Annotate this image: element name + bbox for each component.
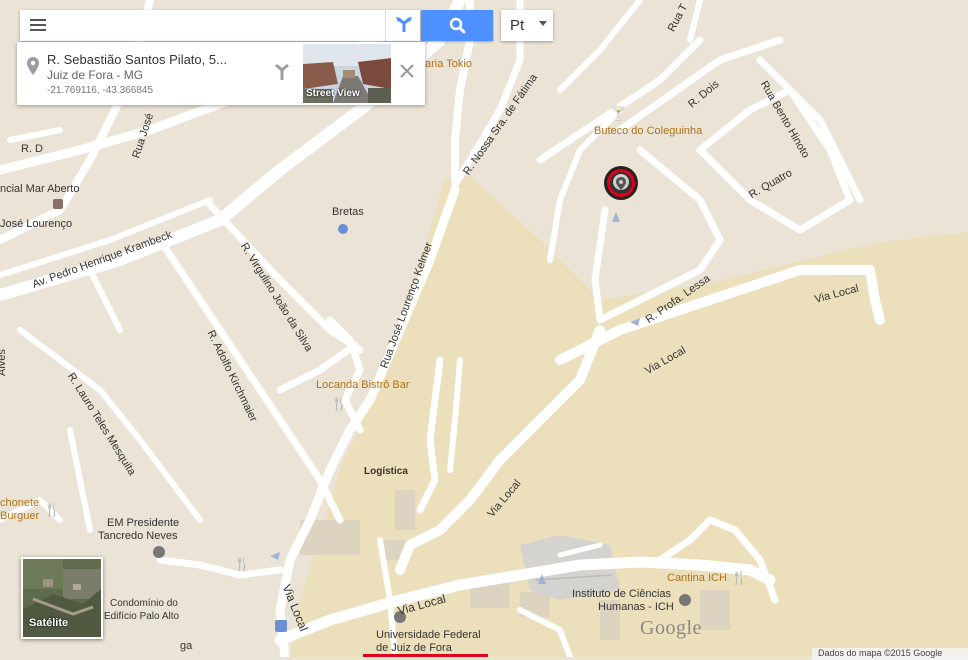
search-box bbox=[20, 10, 421, 43]
poi-label[interactable]: Bretas bbox=[332, 206, 364, 218]
language-dropdown[interactable]: Pt bbox=[501, 10, 553, 41]
poi-label[interactable]: Edifício Palo Alto bbox=[104, 611, 179, 622]
google-logo: Google bbox=[640, 617, 702, 639]
poi-label[interactable]: Instituto de Ciências bbox=[572, 588, 671, 600]
poi-label[interactable]: Buteco do Coleguinha bbox=[594, 125, 702, 137]
search-input[interactable] bbox=[58, 10, 382, 43]
poi-label[interactable]: EM Presidente bbox=[107, 517, 179, 529]
poi-label[interactable]: chonete bbox=[0, 497, 39, 509]
place-coordinates: -21.769116, -43.366845 bbox=[47, 85, 154, 96]
street-label: José Lourenço bbox=[0, 218, 73, 230]
street-label: ga bbox=[180, 640, 193, 652]
poi-label[interactable]: Locanda Bistrô Bar bbox=[316, 379, 410, 391]
directions-icon bbox=[396, 17, 412, 32]
search-icon bbox=[449, 17, 466, 34]
poi-label[interactable]: Tancredo Neves bbox=[98, 530, 178, 542]
poi-label[interactable]: ncial Mar Aberto bbox=[0, 183, 79, 195]
poi-label[interactable]: de Juiz de Fora bbox=[376, 642, 452, 654]
poi-label[interactable]: Humanas - ICH bbox=[598, 601, 674, 613]
restaurant-icon: 🍴 bbox=[234, 556, 251, 571]
search-button[interactable] bbox=[421, 10, 493, 41]
bar-icon: 🍸 bbox=[610, 106, 627, 121]
restaurant-icon: 🍴 bbox=[331, 396, 348, 411]
language-label: Pt bbox=[510, 17, 525, 34]
satellite-toggle[interactable]: Satélite bbox=[21, 557, 103, 639]
chevron-down-icon bbox=[539, 21, 547, 26]
poi-label[interactable]: Universidade Federal bbox=[376, 629, 481, 641]
poi-label[interactable]: aria Tokio bbox=[425, 58, 472, 70]
location-pin-icon bbox=[27, 57, 39, 75]
place-info-card: R. Sebastião Santos Pilato, 5... Juiz de… bbox=[17, 42, 425, 105]
selected-location-marker[interactable] bbox=[604, 166, 638, 200]
poi-label[interactable]: Cantina ICH bbox=[667, 572, 727, 584]
place-address: R. Sebastião Santos Pilato, 5... bbox=[47, 52, 227, 67]
restaurant-icon: 🍴 bbox=[44, 502, 61, 517]
satellite-label: Satélite bbox=[29, 617, 69, 629]
map-attribution[interactable]: Dados do mapa ©2015 Google bbox=[812, 648, 968, 660]
close-icon[interactable] bbox=[399, 63, 415, 79]
menu-icon[interactable] bbox=[30, 19, 46, 31]
directions-button[interactable] bbox=[385, 10, 421, 41]
poi-label[interactable]: Logística bbox=[364, 466, 408, 477]
restaurant-icon: 🍴 bbox=[731, 570, 748, 585]
poi-label[interactable]: Condomínio do bbox=[110, 598, 178, 609]
street-view-thumbnail[interactable]: Street View bbox=[303, 44, 391, 103]
place-city: Juiz de Fora - MG bbox=[47, 68, 144, 82]
poi-label[interactable]: Burguer bbox=[0, 510, 39, 522]
street-label: Alves bbox=[0, 349, 8, 376]
street-label: R. D bbox=[21, 143, 43, 155]
route-icon[interactable] bbox=[272, 62, 292, 82]
street-view-label: Street View bbox=[306, 88, 360, 99]
